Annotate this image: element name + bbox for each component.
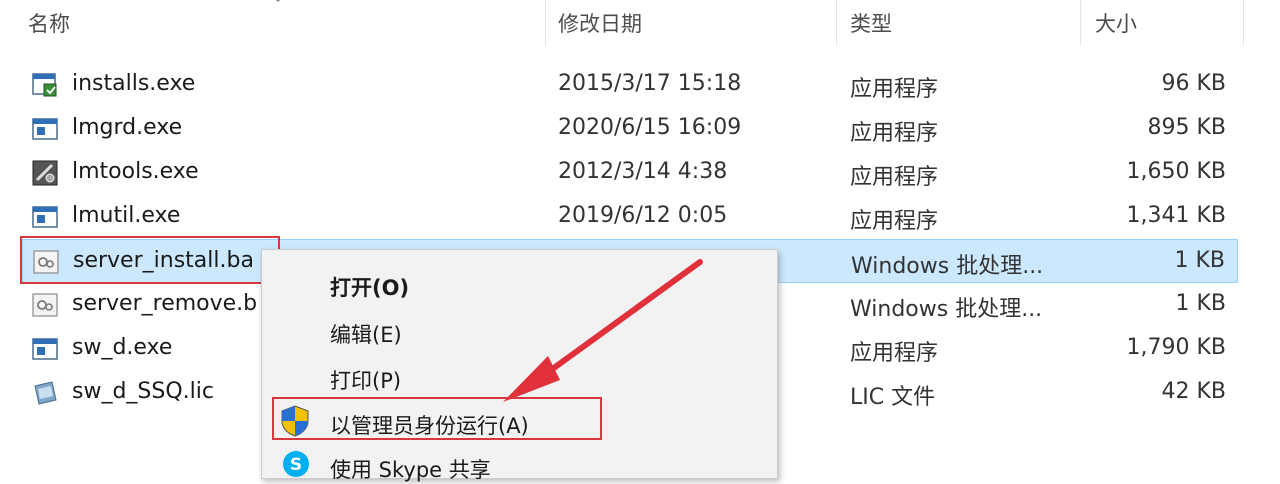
exe-window-icon — [32, 118, 58, 140]
file-row-lmtools[interactable]: lmtools.exe 2012/3/14 4:38 应用程序 1,650 KB — [22, 151, 1238, 195]
file-type: 应用程序 — [850, 209, 939, 234]
menu-item-edit[interactable]: 编辑(E) — [330, 319, 402, 349]
file-name: lmtools.exe — [72, 159, 199, 184]
file-name: lmgrd.exe — [72, 115, 183, 140]
header-name[interactable]: 名称 — [28, 8, 70, 38]
file-type: Windows 批处理... — [851, 254, 1044, 279]
exe-window-icon — [32, 206, 58, 228]
file-date: 2012/3/14 4:38 — [558, 159, 728, 184]
file-size: 1,790 KB — [1126, 335, 1227, 360]
file-row-lmgrd[interactable]: lmgrd.exe 2020/6/15 16:09 应用程序 895 KB — [22, 107, 1238, 151]
sort-caret-icon — [275, 0, 281, 3]
file-row-installs[interactable]: installs.exe 2015/3/17 15:18 应用程序 96 KB — [22, 63, 1238, 107]
file-date: 2019/6/12 0:05 — [558, 203, 728, 228]
batch-file-icon — [32, 293, 58, 317]
file-size: 1 KB — [1174, 248, 1225, 273]
file-name: installs.exe — [72, 71, 196, 96]
context-menu: 打开(O) 编辑(E) 打印(P) 以管理员身份运行(A) S 使用 Skype… — [261, 249, 778, 482]
file-size: 1,650 KB — [1126, 159, 1227, 184]
header-divider[interactable] — [545, 0, 546, 46]
header-divider[interactable] — [1243, 0, 1244, 46]
file-type: Windows 批处理... — [850, 297, 1043, 322]
file-date: 2015/3/17 15:18 — [558, 71, 742, 96]
file-type: 应用程序 — [850, 341, 939, 366]
header-size[interactable]: 大小 — [1095, 8, 1137, 38]
file-type: 应用程序 — [850, 77, 939, 102]
svg-text:S: S — [290, 455, 302, 475]
file-type: 应用程序 — [850, 165, 939, 190]
file-size: 1 KB — [1175, 291, 1226, 316]
file-type: LIC 文件 — [850, 385, 936, 410]
header-date[interactable]: 修改日期 — [558, 8, 642, 38]
file-date: 2020/6/15 16:09 — [558, 115, 742, 140]
file-size: 96 KB — [1161, 71, 1226, 96]
menu-highlight-box — [272, 397, 602, 440]
header-divider[interactable] — [1080, 0, 1081, 46]
file-name: sw_d_SSQ.lic — [72, 379, 214, 404]
file-type: 应用程序 — [850, 121, 939, 146]
file-name: server_remove.b — [72, 291, 258, 316]
menu-item-open[interactable]: 打开(O) — [330, 272, 409, 302]
file-row-lmutil[interactable]: lmutil.exe 2019/6/12 0:05 应用程序 1,341 KB — [22, 195, 1238, 239]
exe-tools-icon — [32, 160, 58, 186]
file-size: 42 KB — [1161, 379, 1226, 404]
header-type[interactable]: 类型 — [850, 8, 892, 38]
lic-file-icon — [34, 381, 57, 405]
skype-icon: S — [283, 451, 309, 477]
column-header: 名称 修改日期 类型 大小 — [0, 0, 1280, 46]
file-size: 895 KB — [1147, 115, 1226, 140]
file-name: lmutil.exe — [72, 203, 181, 228]
file-name: sw_d.exe — [72, 335, 173, 360]
menu-item-print[interactable]: 打印(P) — [330, 365, 401, 395]
file-highlight-box — [20, 236, 280, 284]
exe-window-icon — [32, 338, 58, 360]
header-divider[interactable] — [836, 0, 837, 46]
menu-item-skype-share[interactable]: 使用 Skype 共享 — [330, 454, 491, 484]
exe-installer-icon — [32, 73, 57, 97]
file-size: 1,341 KB — [1126, 203, 1227, 228]
